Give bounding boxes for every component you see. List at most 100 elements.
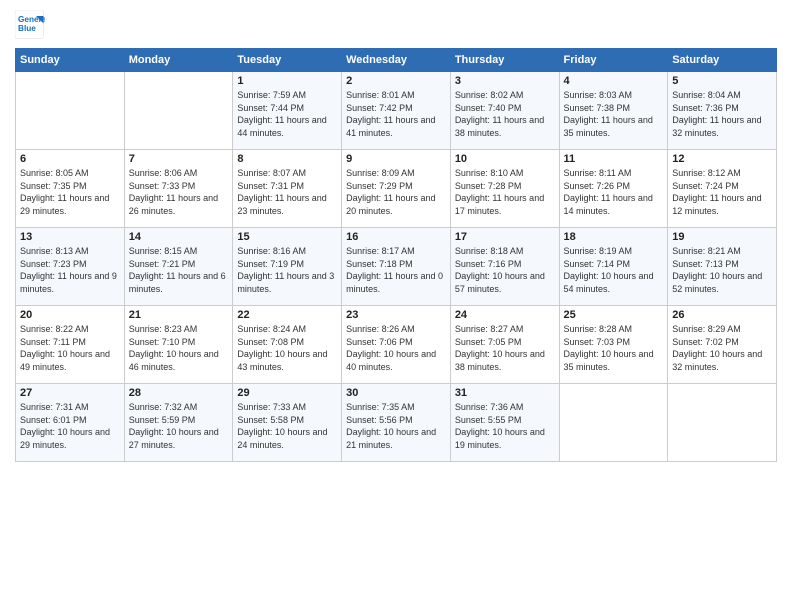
logo: General Blue	[15, 10, 45, 40]
day-number: 18	[564, 231, 664, 243]
calendar-cell	[668, 384, 777, 462]
day-number: 13	[20, 231, 120, 243]
day-number: 24	[455, 309, 555, 321]
calendar-cell: 16Sunrise: 8:17 AM Sunset: 7:18 PM Dayli…	[342, 228, 451, 306]
day-info: Sunrise: 8:12 AM Sunset: 7:24 PM Dayligh…	[672, 167, 772, 217]
calendar-cell: 31Sunrise: 7:36 AM Sunset: 5:55 PM Dayli…	[450, 384, 559, 462]
weekday-header-sunday: Sunday	[16, 49, 125, 72]
day-info: Sunrise: 8:01 AM Sunset: 7:42 PM Dayligh…	[346, 89, 446, 139]
day-info: Sunrise: 8:26 AM Sunset: 7:06 PM Dayligh…	[346, 323, 446, 373]
week-row-4: 20 Sunrise: 8:22 AM Sunset: 7:11 PM Dayli…	[16, 306, 777, 384]
calendar-cell: 4 Sunrise: 8:03 AM Sunset: 7:38 PM Daylig…	[559, 72, 668, 150]
calendar-cell: 26 Sunrise: 8:29 AM Sunset: 7:02 PM Dayli…	[668, 306, 777, 384]
calendar-cell: 19 Sunrise: 8:21 AM Sunset: 7:13 PM Dayli…	[668, 228, 777, 306]
day-number: 3	[455, 75, 555, 87]
week-row-3: 13Sunrise: 8:13 AM Sunset: 7:23 PM Dayli…	[16, 228, 777, 306]
day-number: 21	[129, 309, 229, 321]
day-info: Sunrise: 8:11 AM Sunset: 7:26 PM Dayligh…	[564, 167, 664, 217]
day-number: 9	[346, 153, 446, 165]
day-info: Sunrise: 7:33 AM Sunset: 5:58 PM Dayligh…	[237, 401, 337, 451]
day-number: 31	[455, 387, 555, 399]
calendar-cell: 12 Sunrise: 8:12 AM Sunset: 7:24 PM Dayli…	[668, 150, 777, 228]
week-row-5: 27Sunrise: 7:31 AM Sunset: 6:01 PM Dayli…	[16, 384, 777, 462]
calendar-cell: 24 Sunrise: 8:27 AM Sunset: 7:05 PM Dayli…	[450, 306, 559, 384]
week-row-2: 6 Sunrise: 8:05 AM Sunset: 7:35 PM Daylig…	[16, 150, 777, 228]
weekday-header-wednesday: Wednesday	[342, 49, 451, 72]
day-number: 25	[564, 309, 664, 321]
calendar-cell: 6 Sunrise: 8:05 AM Sunset: 7:35 PM Daylig…	[16, 150, 125, 228]
day-info: Sunrise: 8:10 AM Sunset: 7:28 PM Dayligh…	[455, 167, 555, 217]
day-number: 26	[672, 309, 772, 321]
calendar-cell: 30 Sunrise: 7:35 AM Sunset: 5:56 PM Dayli…	[342, 384, 451, 462]
day-number: 7	[129, 153, 229, 165]
calendar-cell: 28Sunrise: 7:32 AM Sunset: 5:59 PM Dayli…	[124, 384, 233, 462]
day-number: 17	[455, 231, 555, 243]
day-number: 12	[672, 153, 772, 165]
calendar-cell: 3 Sunrise: 8:02 AM Sunset: 7:40 PM Daylig…	[450, 72, 559, 150]
calendar-cell: 10 Sunrise: 8:10 AM Sunset: 7:28 PM Dayli…	[450, 150, 559, 228]
day-info: Sunrise: 8:15 AM Sunset: 7:21 PM Dayligh…	[129, 245, 229, 295]
day-info: Sunrise: 8:21 AM Sunset: 7:13 PM Dayligh…	[672, 245, 772, 295]
day-number: 22	[237, 309, 337, 321]
day-info: Sunrise: 8:24 AM Sunset: 7:08 PM Dayligh…	[237, 323, 337, 373]
day-number: 30	[346, 387, 446, 399]
day-info: Sunrise: 8:18 AM Sunset: 7:16 PM Dayligh…	[455, 245, 555, 295]
calendar-cell: 27Sunrise: 7:31 AM Sunset: 6:01 PM Dayli…	[16, 384, 125, 462]
day-info: Sunrise: 7:59 AM Sunset: 7:44 PM Dayligh…	[237, 89, 337, 139]
day-info: Sunrise: 8:17 AM Sunset: 7:18 PM Dayligh…	[346, 245, 446, 295]
calendar-table: SundayMondayTuesdayWednesdayThursdayFrid…	[15, 48, 777, 462]
calendar-cell: 15 Sunrise: 8:16 AM Sunset: 7:19 PM Dayli…	[233, 228, 342, 306]
day-number: 6	[20, 153, 120, 165]
day-info: Sunrise: 8:03 AM Sunset: 7:38 PM Dayligh…	[564, 89, 664, 139]
calendar-cell: 20 Sunrise: 8:22 AM Sunset: 7:11 PM Dayli…	[16, 306, 125, 384]
calendar-cell: 11Sunrise: 8:11 AM Sunset: 7:26 PM Dayli…	[559, 150, 668, 228]
day-number: 28	[129, 387, 229, 399]
week-row-1: 1 Sunrise: 7:59 AM Sunset: 7:44 PM Daylig…	[16, 72, 777, 150]
calendar-cell: 9Sunrise: 8:09 AM Sunset: 7:29 PM Daylig…	[342, 150, 451, 228]
calendar-cell: 8 Sunrise: 8:07 AM Sunset: 7:31 PM Daylig…	[233, 150, 342, 228]
day-number: 27	[20, 387, 120, 399]
day-number: 2	[346, 75, 446, 87]
weekday-header-monday: Monday	[124, 49, 233, 72]
day-number: 14	[129, 231, 229, 243]
calendar-cell: 29Sunrise: 7:33 AM Sunset: 5:58 PM Dayli…	[233, 384, 342, 462]
day-info: Sunrise: 8:07 AM Sunset: 7:31 PM Dayligh…	[237, 167, 337, 217]
calendar-cell: 21Sunrise: 8:23 AM Sunset: 7:10 PM Dayli…	[124, 306, 233, 384]
calendar-cell: 2 Sunrise: 8:01 AM Sunset: 7:42 PM Daylig…	[342, 72, 451, 150]
day-info: Sunrise: 8:16 AM Sunset: 7:19 PM Dayligh…	[237, 245, 337, 295]
day-number: 20	[20, 309, 120, 321]
day-number: 4	[564, 75, 664, 87]
calendar-cell	[124, 72, 233, 150]
day-number: 15	[237, 231, 337, 243]
svg-text:Blue: Blue	[18, 24, 36, 33]
weekday-header-friday: Friday	[559, 49, 668, 72]
page: General Blue SundayMondayTuesdayWednesda…	[0, 0, 792, 612]
day-info: Sunrise: 8:04 AM Sunset: 7:36 PM Dayligh…	[672, 89, 772, 139]
weekday-header-tuesday: Tuesday	[233, 49, 342, 72]
day-info: Sunrise: 8:28 AM Sunset: 7:03 PM Dayligh…	[564, 323, 664, 373]
weekday-header-row: SundayMondayTuesdayWednesdayThursdayFrid…	[16, 49, 777, 72]
weekday-header-thursday: Thursday	[450, 49, 559, 72]
day-info: Sunrise: 8:27 AM Sunset: 7:05 PM Dayligh…	[455, 323, 555, 373]
calendar-cell: 17 Sunrise: 8:18 AM Sunset: 7:16 PM Dayli…	[450, 228, 559, 306]
day-info: Sunrise: 8:05 AM Sunset: 7:35 PM Dayligh…	[20, 167, 120, 217]
day-number: 23	[346, 309, 446, 321]
calendar-cell: 25 Sunrise: 8:28 AM Sunset: 7:03 PM Dayli…	[559, 306, 668, 384]
day-number: 19	[672, 231, 772, 243]
day-number: 8	[237, 153, 337, 165]
day-info: Sunrise: 8:02 AM Sunset: 7:40 PM Dayligh…	[455, 89, 555, 139]
calendar-cell: 23 Sunrise: 8:26 AM Sunset: 7:06 PM Dayli…	[342, 306, 451, 384]
calendar-cell	[559, 384, 668, 462]
day-number: 1	[237, 75, 337, 87]
day-info: Sunrise: 7:35 AM Sunset: 5:56 PM Dayligh…	[346, 401, 446, 451]
day-info: Sunrise: 8:22 AM Sunset: 7:11 PM Dayligh…	[20, 323, 120, 373]
day-number: 5	[672, 75, 772, 87]
calendar-cell: 22 Sunrise: 8:24 AM Sunset: 7:08 PM Dayli…	[233, 306, 342, 384]
day-info: Sunrise: 8:29 AM Sunset: 7:02 PM Dayligh…	[672, 323, 772, 373]
day-info: Sunrise: 8:06 AM Sunset: 7:33 PM Dayligh…	[129, 167, 229, 217]
calendar-cell: 1 Sunrise: 7:59 AM Sunset: 7:44 PM Daylig…	[233, 72, 342, 150]
calendar-cell: 13Sunrise: 8:13 AM Sunset: 7:23 PM Dayli…	[16, 228, 125, 306]
calendar-cell: 14 Sunrise: 8:15 AM Sunset: 7:21 PM Dayli…	[124, 228, 233, 306]
logo-icon: General Blue	[15, 10, 45, 40]
day-number: 10	[455, 153, 555, 165]
